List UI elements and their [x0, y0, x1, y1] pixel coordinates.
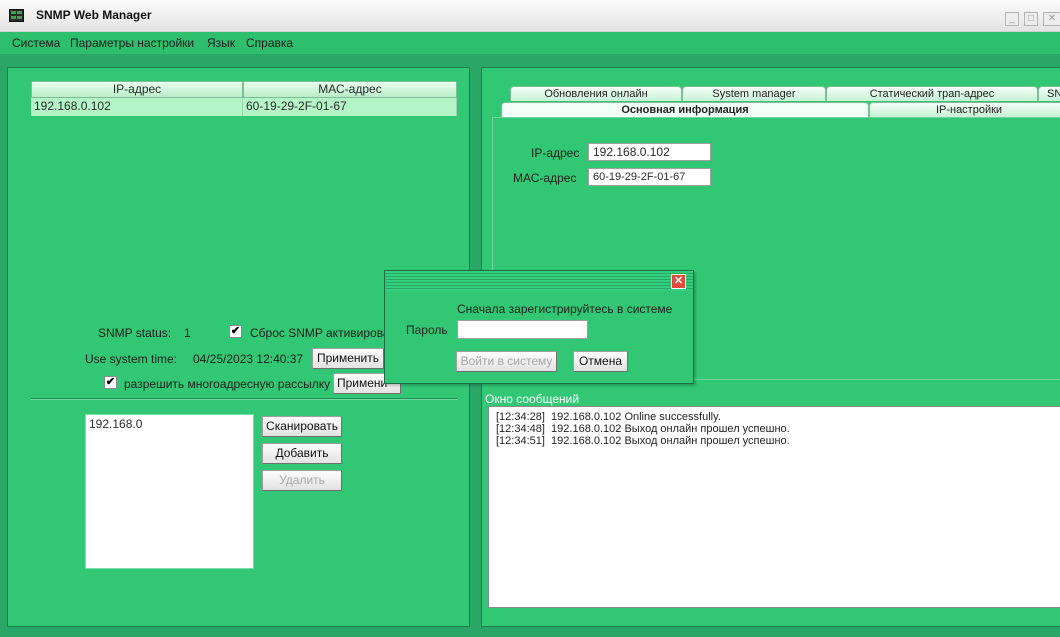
dialog-message: Сначала зарегистрируйтесь в системе: [457, 302, 673, 316]
app-icon: [9, 9, 24, 22]
system-time-label: Use system time:: [85, 352, 178, 366]
tab-snmp[interactable]: SN: [1038, 86, 1060, 101]
messages-box[interactable]: [12:34:28] 192.168.0.102 Online successf…: [488, 406, 1060, 608]
scan-button[interactable]: Сканировать: [262, 416, 342, 437]
login-dialog: ✕ Сначала зарегистрируйтесь в системе Па…: [384, 270, 694, 384]
multicast-label: разрешить многоадресную рассылку: [124, 377, 331, 391]
ip-label: IP-адрес: [531, 146, 580, 160]
checkmark-icon: ✔: [105, 376, 116, 388]
list-item[interactable]: 192.168.0: [89, 417, 250, 431]
menu-help[interactable]: Справка: [246, 36, 293, 50]
login-button[interactable]: Войти в систему: [456, 351, 557, 372]
tab-system-manager[interactable]: System manager: [682, 86, 826, 101]
messages-header: Окно сообщений: [485, 392, 580, 406]
mac-label: МАС-адрес: [513, 171, 577, 185]
cancel-button[interactable]: Отмена: [573, 351, 628, 372]
device-table: IP-адрес МАС-адрес 192.168.0.102 60-19-2…: [31, 81, 457, 117]
maximize-button[interactable]: □: [1024, 12, 1038, 26]
dialog-title-bar[interactable]: [385, 271, 693, 291]
snmp-status-label: SNMP status:: [98, 326, 172, 340]
multicast-checkbox[interactable]: ✔: [104, 376, 117, 389]
checkmark-icon: ✔: [230, 325, 241, 337]
tab-online-updates[interactable]: Обновления онлайн: [510, 86, 682, 101]
menu-system[interactable]: Система: [12, 36, 60, 50]
message-line: [12:34:48] 192.168.0.102 Выход онлайн пр…: [496, 423, 790, 435]
close-icon[interactable]: ✕: [671, 274, 686, 289]
system-time-value: 04/25/2023 12:40:37: [193, 352, 304, 366]
password-input[interactable]: [457, 320, 588, 339]
apply-time-button[interactable]: Применить: [312, 348, 384, 369]
tab-static-trap[interactable]: Статический трап-адрес: [826, 86, 1038, 101]
window-title: SNMP Web Manager: [36, 8, 152, 22]
title-bar: [0, 0, 1060, 32]
menu-language[interactable]: Язык: [207, 36, 235, 50]
separator: [31, 398, 457, 400]
menu-settings[interactable]: Параметры настройки: [70, 36, 194, 50]
scan-range-list[interactable]: 192.168.0: [85, 414, 254, 569]
message-line: [12:34:28] 192.168.0.102 Online successf…: [496, 411, 721, 423]
minimize-button[interactable]: _: [1005, 12, 1019, 26]
password-label: Пароль: [406, 323, 448, 337]
reset-snmp-label: Сброс SNMP активирова: [250, 326, 390, 340]
add-button[interactable]: Добавить: [262, 443, 342, 464]
reset-snmp-checkbox[interactable]: ✔: [229, 325, 242, 338]
mac-field[interactable]: 60-19-29-2F-01-67: [588, 168, 711, 186]
tab-ip-settings[interactable]: IP-настройки: [869, 102, 1060, 117]
column-header-mac[interactable]: МАС-адрес: [243, 81, 457, 98]
ip-field[interactable]: 192.168.0.102: [588, 143, 711, 161]
close-window-button[interactable]: ✕: [1043, 12, 1060, 26]
table-cell-mac[interactable]: 60-19-29-2F-01-67: [243, 98, 457, 116]
column-header-ip[interactable]: IP-адрес: [31, 81, 243, 98]
tab-basic-info[interactable]: Основная информация: [501, 102, 869, 117]
message-line: [12:34:51] 192.168.0.102 Выход онлайн пр…: [496, 435, 790, 447]
delete-button[interactable]: Удалить: [262, 470, 342, 491]
snmp-status-value: 1: [184, 326, 191, 340]
table-cell-ip[interactable]: 192.168.0.102: [31, 98, 243, 116]
